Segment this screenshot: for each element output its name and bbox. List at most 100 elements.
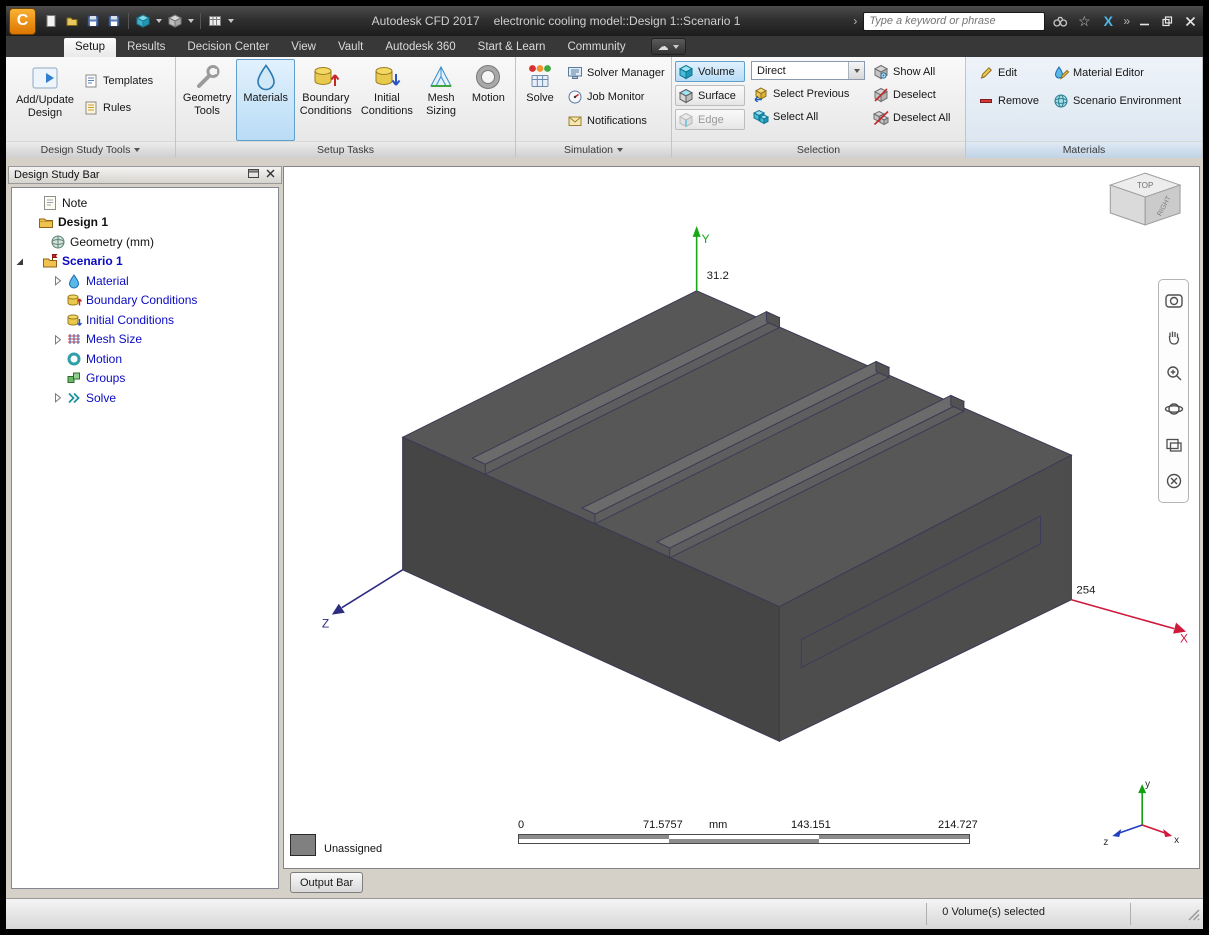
table-tools-icon[interactable] [205,11,225,31]
visibility-tools-icon[interactable] [165,11,185,31]
materials-button[interactable]: Materials [236,59,296,141]
chevron-down-icon[interactable] [188,19,194,23]
initial-conditions-button[interactable]: Initial Conditions [356,59,417,141]
zoom-icon[interactable] [1160,355,1187,391]
templates-button[interactable]: Templates [81,71,155,90]
solve-button[interactable]: Solve [519,59,561,141]
chevron-down-icon[interactable] [228,19,234,23]
boundary-conditions-icon [67,294,82,306]
view-cube[interactable]: TOP RIGHT [1108,172,1182,226]
search-icon[interactable] [1051,12,1069,30]
close-panel-icon[interactable] [265,168,276,182]
legend-swatch [290,834,316,856]
select-volume-button[interactable]: Volume [675,61,745,82]
qat-expand-icon[interactable]: › [853,14,857,28]
overflow-icon[interactable]: » [1123,14,1130,28]
group-label-materials: Materials [966,141,1202,158]
select-previous-button[interactable]: Select Previous [751,84,865,103]
notifications-button[interactable]: Notifications [565,111,667,130]
pan-hand-icon[interactable] [1160,319,1187,355]
tree-item-geometry[interactable]: Geometry (mm) [12,232,278,252]
tab-start-learn[interactable]: Start & Learn [467,38,557,57]
tree-item-design-1[interactable]: Design 1 [12,213,278,233]
tree-item-material[interactable]: Material [12,271,278,291]
titlebar-right: › ☆ X » [853,6,1199,36]
steering-wheel-icon[interactable] [1160,283,1187,319]
mesh-sizing-button[interactable]: Mesh Sizing [418,59,463,141]
a360-cloud-button[interactable]: ☁ [650,38,686,55]
tab-vault[interactable]: Vault [327,38,374,57]
help-search-input[interactable] [863,11,1046,31]
select-edge-button[interactable]: Edge [675,109,745,130]
minimize-button[interactable] [1136,13,1153,30]
materials-icon [256,64,275,91]
solver-manager-button[interactable]: Solver Manager [565,63,667,82]
show-all-button[interactable]: Show All [871,62,952,81]
group-label-simulation[interactable]: Simulation [516,141,671,158]
edit-material-button[interactable]: Edit [976,63,1041,82]
tab-view[interactable]: View [280,38,327,57]
tree-item-groups[interactable]: Groups [12,369,278,389]
app-logo-icon[interactable]: C [9,7,36,35]
exchange-apps-icon[interactable]: X [1099,12,1117,30]
group-setup-tasks: Geometry Tools Materials Boundary Condit… [176,57,516,158]
tab-decision-center[interactable]: Decision Center [176,38,280,57]
selection-mode-icon[interactable] [133,11,153,31]
group-label-design-study-tools[interactable]: Design Study Tools [6,141,175,158]
expander-open-icon[interactable] [12,255,26,268]
favorites-star-icon[interactable]: ☆ [1075,12,1093,30]
tab-community[interactable]: Community [556,38,636,57]
tab-setup[interactable]: Setup [64,38,117,57]
tree-item-scenario-1[interactable]: Scenario 1 [12,252,278,272]
new-file-icon[interactable] [41,11,61,31]
save-icon[interactable] [83,11,103,31]
chevron-down-icon[interactable] [848,62,864,79]
expander-closed-icon[interactable] [50,274,64,287]
selection-filter-dropdown[interactable]: Direct [751,61,865,80]
note-icon [44,195,56,210]
close-button[interactable] [1182,13,1199,30]
geometry-tools-button[interactable]: Geometry Tools [179,59,235,141]
remove-material-button[interactable]: Remove [976,91,1041,110]
group-selection: Volume Surface Edge Direct Select Previo… [672,57,966,158]
tree-item-boundary-conditions[interactable]: Boundary Conditions [12,291,278,311]
job-monitor-button[interactable]: Job Monitor [565,87,667,106]
restore-button[interactable] [1159,13,1176,30]
cancel-view-icon[interactable] [1160,463,1187,499]
rules-button[interactable]: Rules [81,98,155,117]
motion-button[interactable]: Motion [465,59,512,141]
geometry-icon [51,235,65,249]
tree-item-initial-conditions[interactable]: Initial Conditions [12,310,278,330]
deselect-button[interactable]: Deselect [871,85,952,104]
tab-autodesk-360[interactable]: Autodesk 360 [374,38,466,57]
orbit-icon[interactable] [1160,391,1187,427]
material-editor-button[interactable]: Material Editor [1051,63,1183,82]
output-bar-button[interactable]: Output Bar [290,872,364,893]
viewport-canvas[interactable]: Y 31.2 Z X 254 TOP RIGHT y x z [284,167,1199,868]
3d-viewport[interactable]: Y 31.2 Z X 254 TOP RIGHT y x z 0 71.5757… [283,166,1200,869]
tree-item-note[interactable]: Note [12,193,278,213]
resize-grip[interactable] [1187,908,1200,926]
open-file-icon[interactable] [62,11,82,31]
chevron-down-icon [672,44,679,49]
model-3d[interactable] [401,290,1073,743]
add-update-design-button[interactable]: Add/Update Design [9,59,81,141]
mesh-size-icon [68,334,80,345]
select-all-button[interactable]: Select All [751,107,865,126]
tree-item-mesh-size[interactable]: Mesh Size [12,330,278,350]
expander-closed-icon[interactable] [50,333,64,346]
tab-results[interactable]: Results [116,38,176,57]
dock-pin-icon[interactable] [247,167,260,183]
scenario-environment-button[interactable]: Scenario Environment [1051,91,1183,110]
tree-item-solve[interactable]: Solve [12,388,278,408]
expander-closed-icon[interactable] [50,391,64,404]
save-as-icon[interactable] [104,11,124,31]
select-surface-button[interactable]: Surface [675,85,745,106]
tree-item-motion[interactable]: Motion [12,349,278,369]
ribbon: Add/Update Design Templates Rules Design… [6,57,1203,159]
chevron-down-icon[interactable] [156,19,162,23]
boundary-conditions-button[interactable]: Boundary Conditions [296,59,355,141]
titlebar: C Autodesk CFD 2017 electronic cooling mo… [6,6,1203,36]
zoom-window-icon[interactable] [1160,427,1187,463]
deselect-all-button[interactable]: Deselect All [871,108,952,127]
